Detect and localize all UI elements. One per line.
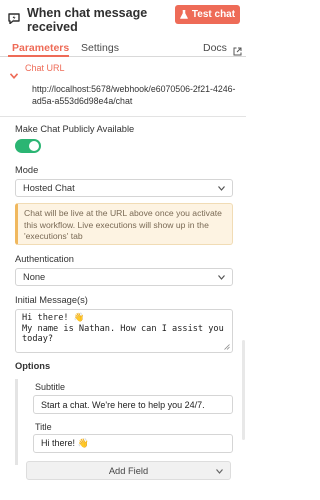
tab-docs[interactable]: Docs — [203, 42, 227, 54]
chevron-down-icon — [218, 275, 225, 280]
public-toggle[interactable] — [15, 139, 41, 153]
add-field-button[interactable]: Add Field — [26, 461, 231, 480]
chevron-down-icon[interactable] — [9, 66, 19, 80]
test-chat-label: Test chat — [191, 9, 236, 20]
tab-settings[interactable]: Settings — [81, 42, 119, 54]
options-label: Options — [15, 361, 51, 371]
title-label: Title — [35, 422, 52, 432]
resize-handle-icon[interactable] — [224, 344, 230, 350]
add-field-label: Add Field — [108, 465, 149, 476]
subtitle-value: Start a chat. We're here to help you 24/… — [41, 399, 205, 410]
options-group-line — [15, 379, 18, 465]
test-chat-button[interactable]: Test chat — [175, 5, 240, 24]
external-link-icon[interactable] — [233, 43, 242, 56]
active-tab-indicator — [8, 55, 69, 57]
activation-notice: Chat will be live at the URL above once … — [15, 203, 233, 245]
flask-icon — [180, 10, 188, 19]
initial-messages-input[interactable]: Hi there! 👋 My name is Nathan. How can I… — [15, 309, 233, 353]
authentication-label: Authentication — [15, 254, 74, 264]
scrollbar[interactable] — [242, 340, 245, 440]
tab-parameters[interactable]: Parameters — [12, 42, 69, 54]
subtitle-input[interactable]: Start a chat. We're here to help you 24/… — [33, 395, 233, 414]
mode-value: Hosted Chat — [23, 183, 75, 193]
title-value: Hi there! 👋 — [41, 438, 89, 448]
subtitle-label: Subtitle — [35, 382, 66, 392]
public-label: Make Chat Publicly Available — [15, 124, 135, 134]
title-input[interactable]: Hi there! 👋 — [33, 434, 233, 453]
mode-select[interactable]: Hosted Chat — [15, 179, 233, 197]
chevron-down-icon — [216, 469, 223, 474]
divider — [0, 116, 246, 117]
initial-messages-value: Hi there! 👋 My name is Nathan. How can I… — [22, 313, 224, 344]
chevron-down-icon — [218, 186, 225, 191]
chat-url-label[interactable]: Chat URL — [25, 63, 65, 73]
chat-bolt-icon — [8, 11, 20, 25]
authentication-value: None — [23, 272, 46, 282]
node-title: When chat message received — [27, 6, 148, 34]
mode-label: Mode — [15, 165, 39, 175]
chat-url-value[interactable]: http://localhost:5678/webhook/e6070506-2… — [32, 83, 237, 107]
initial-messages-label: Initial Message(s) — [15, 295, 88, 305]
authentication-select[interactable]: None — [15, 268, 233, 286]
